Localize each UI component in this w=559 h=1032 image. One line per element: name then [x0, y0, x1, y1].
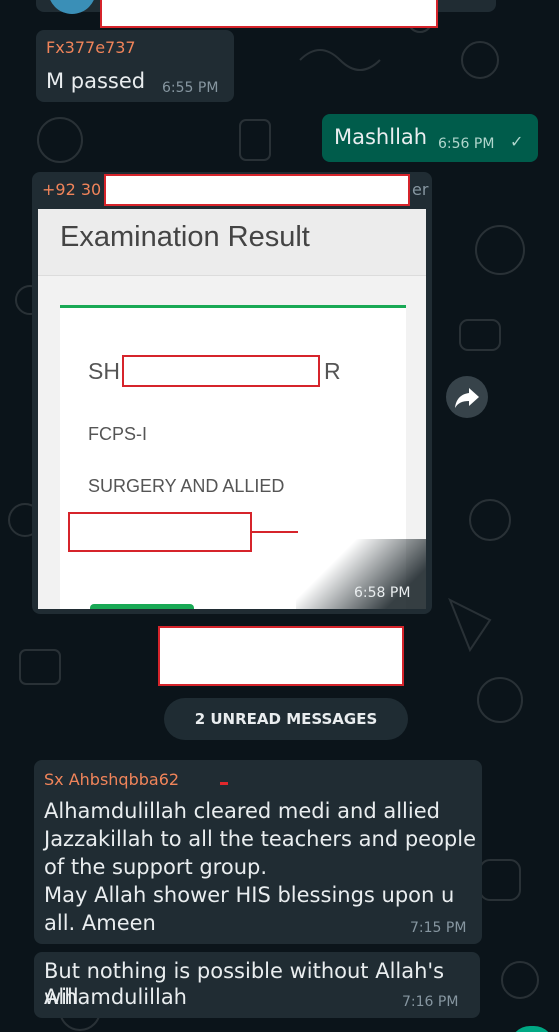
redacted-block-top: [100, 0, 438, 28]
forward-arrow-icon[interactable]: [446, 376, 488, 418]
message-line: all. Ameen: [44, 911, 156, 935]
message-bubble-incoming[interactable]: Fx377e737 M passed 6:55 PM: [36, 30, 234, 102]
sender-phone[interactable]: +92 30: [42, 180, 101, 200]
message-line: May Allah shower HIS blessings upon u: [44, 883, 455, 907]
message-time: 6:56 PM: [438, 136, 495, 152]
redaction-line: [252, 531, 298, 533]
check-icon: ✓: [510, 132, 524, 151]
candidate-name-start: SH: [88, 358, 120, 384]
exam-name: FCPS-I: [88, 424, 148, 444]
message-line: of the support group.: [44, 855, 268, 879]
redacted-result: [68, 512, 252, 552]
result-title: Examination Result: [60, 221, 310, 253]
redacted-block-middle: [158, 626, 404, 686]
message-line: Alhamdulillah: [44, 985, 187, 1009]
chat-screen: Fx377e737 M passed 6:55 PM Mashllah 6:56…: [0, 0, 559, 1032]
redacted-name: [122, 355, 320, 387]
redacted-phone: [104, 174, 410, 206]
sender-mark: [220, 782, 228, 785]
message-bubble-outgoing[interactable]: Mashllah 6:56 PM ✓: [322, 114, 538, 162]
sender-name[interactable]: Sx Ahbshqbba62: [44, 770, 179, 790]
message-time: 7:16 PM: [402, 994, 459, 1010]
result-header: Examination Result: [38, 209, 426, 276]
candidate-name-end: R: [324, 358, 341, 384]
unread-messages-divider: 2 UNREAD MESSAGES: [164, 698, 408, 740]
message-time: 7:15 PM: [410, 920, 467, 936]
message-bubble-incoming[interactable]: Sx Ahbshqbba62 Alhamdulillah cleared med…: [34, 760, 482, 944]
message-text: Mashllah: [334, 125, 428, 149]
message-bubble-incoming[interactable]: But nothing is possible without Allah's …: [34, 952, 480, 1018]
image-time: 6:58 PM: [354, 585, 411, 601]
message-line: Jazzakillah to all the teachers and peop…: [44, 827, 477, 851]
sender-name[interactable]: Fx377e737: [46, 38, 136, 58]
sender-suffix: er: [412, 180, 429, 199]
message-text: M passed: [46, 69, 146, 93]
status-badge: [90, 604, 194, 609]
message-time: 6:55 PM: [162, 80, 219, 96]
message-line: Alhamdulillah cleared medi and allied: [44, 799, 440, 823]
exam-subject: SURGERY AND ALLIED: [88, 476, 285, 496]
